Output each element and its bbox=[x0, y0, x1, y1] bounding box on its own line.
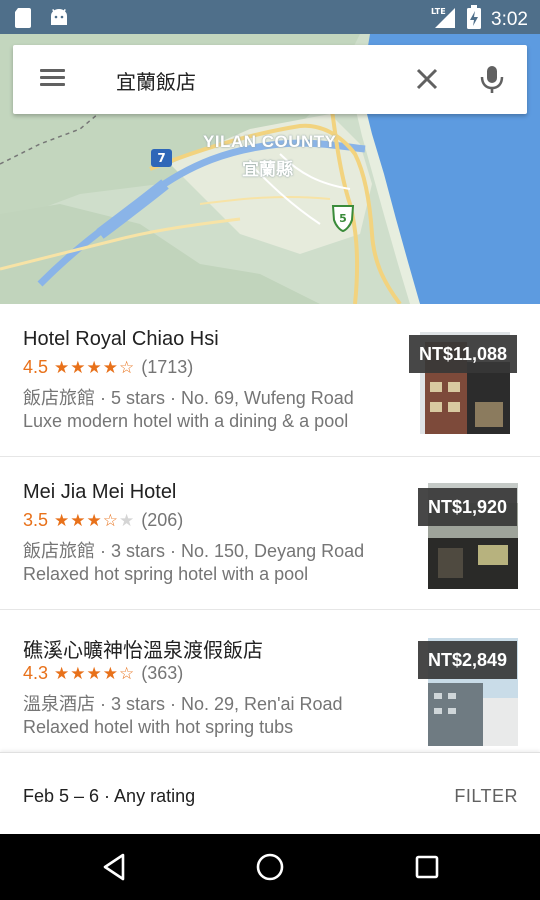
back-icon[interactable] bbox=[97, 849, 133, 885]
navigation-bar bbox=[0, 834, 540, 900]
hotel-name: Hotel Royal Chiao Hsi bbox=[23, 328, 219, 350]
svg-text:7: 7 bbox=[157, 151, 165, 165]
list-item[interactable]: Hotel Royal Chiao Hsi 4.5 ★★★★☆ (1713) 飯… bbox=[0, 304, 540, 457]
signal-icon: LTE bbox=[431, 6, 457, 33]
hotel-name: 礁溪心曠神怡溫泉渡假飯店 bbox=[23, 640, 263, 662]
rating-row: 4.3 ★★★★☆ (363) bbox=[23, 663, 183, 684]
date-rating-summary[interactable]: Feb 5 – 6 · Any rating bbox=[23, 786, 195, 807]
close-icon[interactable] bbox=[411, 63, 443, 95]
route-marker-7: 7 bbox=[151, 149, 172, 167]
search-bar bbox=[13, 45, 527, 114]
rating-row: 4.5 ★★★★☆ (1713) bbox=[23, 357, 193, 378]
microphone-icon[interactable] bbox=[475, 62, 509, 96]
price-badge: NT$2,849 bbox=[418, 641, 518, 679]
android-icon bbox=[48, 7, 70, 34]
hotel-meta: 飯店旅館 · 3 stars · No. 150, Deyang Road bbox=[23, 541, 365, 561]
hotel-meta: 溫泉酒店 · 3 stars · No. 29, Ren'ai Road bbox=[23, 694, 343, 714]
hotel-description: Luxe modern hotel with a dining & a pool bbox=[23, 411, 349, 431]
list-item[interactable]: Mei Jia Mei Hotel 3.5 ★★★☆★ (206) 飯店旅館 ·… bbox=[0, 457, 540, 610]
filter-button[interactable]: FILTER bbox=[454, 786, 518, 807]
sd-card-icon bbox=[14, 7, 32, 34]
battery-charging-icon bbox=[467, 5, 482, 34]
rating-score: 4.3 bbox=[23, 663, 49, 683]
home-icon[interactable] bbox=[252, 849, 288, 885]
map-label-county-en: YILAN COUNTY bbox=[203, 132, 337, 151]
recents-icon[interactable] bbox=[409, 849, 445, 885]
star-rating-icon: ★★★★☆ bbox=[54, 357, 136, 377]
svg-text:LTE: LTE bbox=[431, 7, 446, 16]
star-rating-icon: ★★★★☆ bbox=[54, 663, 136, 683]
review-count: (1713) bbox=[141, 357, 194, 377]
menu-icon[interactable] bbox=[33, 65, 73, 95]
search-input[interactable] bbox=[116, 62, 396, 98]
map-label-county-zh: 宜蘭縣 bbox=[242, 160, 293, 179]
star-rating-icon: ★★★☆★ bbox=[54, 510, 136, 530]
rating-row: 3.5 ★★★☆★ (206) bbox=[23, 510, 183, 531]
rating-score: 4.5 bbox=[23, 357, 49, 377]
filter-bar: Feb 5 – 6 · Any rating FILTER bbox=[0, 752, 540, 834]
review-count: (363) bbox=[141, 663, 184, 683]
hotel-description: Relaxed hotel with hot spring tubs bbox=[23, 717, 294, 737]
hotel-meta: 飯店旅館 · 5 stars · No. 69, Wufeng Road bbox=[23, 388, 354, 408]
results-list: Hotel Royal Chiao Hsi 4.5 ★★★★☆ (1713) 飯… bbox=[0, 304, 540, 752]
price-badge: NT$11,088 bbox=[409, 335, 518, 373]
list-item[interactable]: 礁溪心曠神怡溫泉渡假飯店 4.3 ★★★★☆ (363) 溫泉酒店 · 3 st… bbox=[0, 610, 540, 752]
status-bar: LTE 3:02 bbox=[0, 0, 540, 34]
price-badge: NT$1,920 bbox=[418, 488, 518, 526]
review-count: (206) bbox=[141, 510, 184, 530]
svg-text:5: 5 bbox=[339, 212, 347, 225]
hotel-name: Mei Jia Mei Hotel bbox=[23, 481, 177, 503]
hotel-description: Relaxed hot spring hotel with a pool bbox=[23, 564, 309, 584]
rating-score: 3.5 bbox=[23, 510, 49, 530]
clock-time: 3:02 bbox=[491, 8, 528, 30]
